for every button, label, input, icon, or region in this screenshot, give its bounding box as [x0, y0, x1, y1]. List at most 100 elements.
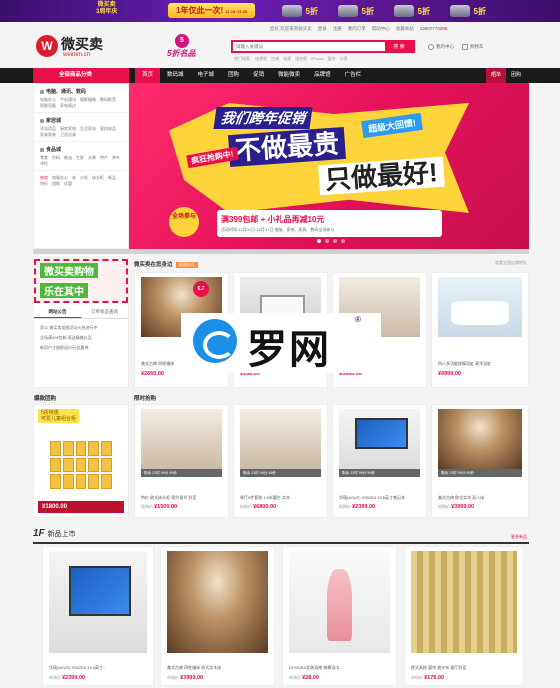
- product-image[interactable]: [49, 551, 147, 653]
- subcategory-link[interactable]: 生鲜: [76, 155, 84, 161]
- product-name[interactable]: 美式古典 四柱婚床 欧式实木床: [167, 665, 270, 671]
- category-group[interactable]: 热卖 电脑办公 床 沙发 床头柜 新品 特价 团购 优惠: [34, 171, 128, 190]
- product-image[interactable]: [339, 409, 420, 469]
- groupbuy-card[interactable]: 5折特惠 可爱儿童组合柜 ¥1800.00: [33, 404, 129, 518]
- nav-item-electronics[interactable]: 电子城: [191, 68, 222, 83]
- subcategory-link[interactable]: 水果: [88, 155, 96, 161]
- carousel-dot[interactable]: [325, 239, 329, 243]
- product-image[interactable]: [141, 409, 222, 469]
- nav-item-digital[interactable]: 数码城: [160, 68, 191, 83]
- subcategory-link[interactable]: 床头柜: [92, 175, 104, 181]
- product-image[interactable]: [438, 409, 522, 469]
- product-image[interactable]: [411, 551, 517, 653]
- news-item[interactable]: 新用户注册即送20元优惠券: [40, 343, 98, 353]
- subcategory-link[interactable]: 茶叶: [112, 155, 120, 161]
- hot-word[interactable]: 空调: [271, 56, 279, 62]
- my-orders-link[interactable]: 我的订单: [348, 25, 366, 33]
- subcategory-link[interactable]: 特产: [100, 155, 108, 161]
- subcategory-link[interactable]: 饮料: [52, 155, 60, 161]
- subcategory-link[interactable]: 冲饮: [40, 161, 48, 167]
- subcategory-link[interactable]: 粮油: [64, 155, 72, 161]
- subcategory-link[interactable]: 家电周边: [60, 103, 76, 109]
- product-name[interactable]: 餐厅5件套装 1.5米圆台 实木: [240, 495, 323, 501]
- hot-word[interactable]: 沙发: [340, 56, 348, 62]
- groupbuy-price[interactable]: ¥1800.00: [38, 501, 124, 513]
- new-product-card[interactable]: 美式古典 四柱婚床 欧式实木床 市场价:¥3999.00: [160, 546, 275, 686]
- shopping-promo[interactable]: 微买卖购物 乐在其中: [34, 259, 128, 303]
- product-image[interactable]: [438, 277, 522, 337]
- nav-item-wei[interactable]: 微能微卖: [271, 68, 307, 83]
- top-promo-banner[interactable]: 微买卖 3周年庆 1年仅此一次! 11.18~11.26 5折 5折 5折 5折: [0, 0, 560, 22]
- carousel-dot[interactable]: [317, 239, 321, 243]
- flash-sale-card[interactable]: 剩余 23时 59分 59秒 华硕(ASUS) X552EA 15.6英寸笔记本…: [332, 404, 427, 518]
- nav-right-item[interactable]: 晒单: [485, 68, 506, 83]
- news-item[interactable]: 全场满399包邮 再送精美礼品: [40, 333, 98, 343]
- nav-item-ads[interactable]: 广告栏: [338, 68, 369, 83]
- site-logo[interactable]: W 微买卖 weimm.cn: [36, 33, 114, 63]
- login-link[interactable]: 登录: [318, 25, 327, 33]
- nav-item-promo[interactable]: 促销: [246, 68, 271, 83]
- product-name[interactable]: 四人多功能按摩浴缸 豪华浴缸: [438, 361, 524, 367]
- location-link[interactable]: 查看全国店铺地址: [495, 260, 527, 266]
- groupbuy-product-image[interactable]: [50, 441, 112, 489]
- product-name[interactable]: 欧式高档 窗帘 遮光布 客厅卧室: [411, 665, 519, 671]
- flash-sale-card[interactable]: 剩余 23时 59分 59秒 餐厅5件套装 1.5米圆台 实木 抢购价:¥680…: [233, 404, 328, 518]
- subcategory-link[interactable]: 家纺床品: [100, 126, 116, 132]
- hot-word[interactable]: 电视: [283, 56, 291, 62]
- nav-right-item[interactable]: 团购: [506, 68, 526, 83]
- bookmark-link[interactable]: 收藏本站: [396, 25, 414, 33]
- subcategory-link[interactable]: 优惠: [64, 181, 72, 187]
- help-link[interactable]: 帮助中心: [372, 25, 390, 33]
- subcategory-link[interactable]: 生活家电: [80, 126, 96, 132]
- product-card[interactable]: 四人多功能按摩浴缸 豪华浴缸 ¥4999.00: [431, 272, 529, 388]
- section-tag[interactable]: 搜索附近: [175, 262, 198, 268]
- product-name[interactable]: 华硕(ASUS) X552EA 15.6英寸笔记本: [339, 495, 422, 501]
- subcategory-link[interactable]: 卫浴洁具: [60, 132, 76, 138]
- product-name[interactable]: DFMOBA女装浴袍 纯棉浴巾...: [289, 665, 392, 671]
- category-group[interactable]: 电脑、通讯、数码 电脑办公 手机通讯 摄影摄像 数码影音 智能设备 家电周边: [34, 84, 128, 113]
- more-link[interactable]: 更多新品: [511, 534, 527, 540]
- promo-product-2[interactable]: 5折: [336, 2, 376, 20]
- tab-order-status[interactable]: 订单状态查询: [81, 307, 128, 318]
- flash-sale-card[interactable]: 剩余 23时 59分 59秒 美式古典 欧式实木 双人床 抢购价:¥3999.0…: [431, 404, 529, 518]
- carousel-dot[interactable]: [341, 239, 345, 243]
- news-item[interactable]: 双12 微买卖促销活动火热进行中: [40, 323, 98, 333]
- product-name[interactable]: 特价 欧式床头柜 简约现代 卧室: [141, 495, 224, 501]
- promo-product-1[interactable]: 5折: [280, 2, 320, 20]
- my-account-link[interactable]: 我的中心: [428, 44, 454, 50]
- category-group[interactable]: 食品城 零食 饮料 粮油 生鲜 水果 特产 茶叶 冲饮: [34, 142, 128, 171]
- subcategory-link[interactable]: 新品: [108, 175, 116, 181]
- product-name[interactable]: 美式古典 欧式实木 双人床: [438, 495, 524, 501]
- product-name[interactable]: 华硕(ASUS) X552EA 15.6英寸...: [49, 665, 149, 671]
- new-product-card[interactable]: 欧式高档 窗帘 遮光布 客厅卧室 市场价:¥178.00: [404, 546, 524, 686]
- subcategory-link[interactable]: 摄影摄像: [80, 97, 96, 103]
- subcategory-link[interactable]: 沙发: [80, 175, 88, 181]
- five-fold-promo[interactable]: 5 5折名品: [163, 34, 213, 64]
- cart-link[interactable]: 购物车: [462, 44, 484, 50]
- product-image[interactable]: [289, 551, 390, 653]
- nav-item-brand[interactable]: 品牌馆: [307, 68, 338, 83]
- nav-item-home[interactable]: 首页: [135, 68, 161, 83]
- new-product-card[interactable]: 华硕(ASUS) X552EA 15.6英寸... 市场价:¥2399.00: [42, 546, 154, 686]
- product-image[interactable]: [167, 551, 268, 653]
- search-button[interactable]: 搜 索: [385, 42, 413, 51]
- search-input[interactable]: [233, 42, 385, 51]
- hot-word[interactable]: 电视柜: [255, 56, 267, 62]
- register-link[interactable]: 注册: [333, 25, 342, 33]
- new-product-card[interactable]: DFMOBA女装浴袍 纯棉浴巾... 市场价:¥28.00: [282, 546, 397, 686]
- carousel-dot[interactable]: [333, 239, 337, 243]
- nav-item-groupbuy[interactable]: 团购: [221, 68, 246, 83]
- hero-banner[interactable]: 我们跨年促销 超级大回馈! 不做最贵 只做最好! 疯狂抢购中! 全场参与 满39…: [129, 83, 529, 249]
- subcategory-link[interactable]: 团购: [52, 181, 60, 187]
- flash-sale-card[interactable]: 剩余 23时 59分 59秒 特价 欧式床头柜 简约现代 卧室 抢购价:¥150…: [134, 404, 229, 518]
- subcategory-link[interactable]: 床: [72, 175, 76, 181]
- hot-word[interactable]: 组合柜: [295, 56, 307, 62]
- all-categories-button[interactable]: 全部商品分类: [33, 68, 129, 83]
- hot-word[interactable]: iPhone: [311, 56, 323, 62]
- product-image[interactable]: [240, 409, 321, 469]
- promo-product-4[interactable]: 5折: [448, 2, 488, 20]
- subcategory-link[interactable]: 数码影音: [100, 97, 116, 103]
- subcategory-link[interactable]: 智能设备: [40, 103, 56, 109]
- promo-product-3[interactable]: 5折: [392, 2, 432, 20]
- subcategory-link[interactable]: 家具家装: [40, 132, 56, 138]
